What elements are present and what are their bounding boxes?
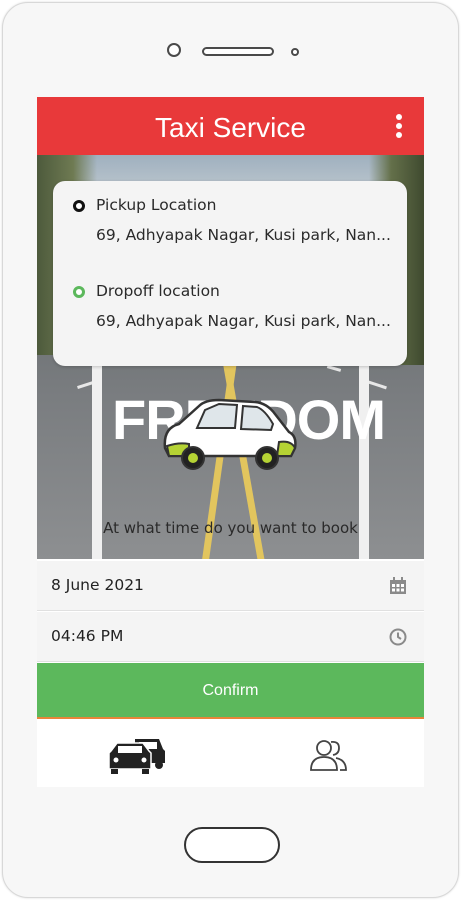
users-icon[interactable] xyxy=(309,737,349,773)
taxi-icon[interactable] xyxy=(107,733,167,777)
booking-time-caption: At what time do you want to book xyxy=(103,519,358,537)
camera-icon xyxy=(167,43,181,57)
clock-icon[interactable] xyxy=(388,627,408,647)
date-field[interactable]: 8 June 2021 xyxy=(37,561,424,611)
sensor-icon xyxy=(291,48,299,56)
speaker-grille xyxy=(202,47,274,56)
dropoff-dot-icon xyxy=(73,286,85,298)
date-value: 8 June 2021 xyxy=(51,576,144,594)
calendar-icon[interactable] xyxy=(388,576,408,596)
pickup-label[interactable]: Pickup Location xyxy=(96,196,216,214)
time-value: 04:46 PM xyxy=(51,627,124,645)
app-bar: Taxi Service xyxy=(37,97,424,155)
taxi-car-illustration xyxy=(163,398,297,470)
more-vertical-icon[interactable] xyxy=(396,114,402,140)
home-button[interactable] xyxy=(184,827,280,863)
pickup-dot-icon xyxy=(73,200,85,212)
location-card: Pickup Location 69, Adhyapak Nagar, Kusi… xyxy=(53,181,407,366)
bottom-navigation xyxy=(37,719,424,787)
dropoff-address[interactable]: 69, Adhyapak Nagar, Kusi park, Nan... xyxy=(96,310,391,332)
app-screen: Taxi Service FREEDOM At what time do you… xyxy=(37,97,424,787)
dropoff-label[interactable]: Dropoff location xyxy=(96,282,220,300)
confirm-button[interactable]: Confirm xyxy=(37,663,424,717)
time-field[interactable]: 04:46 PM xyxy=(37,612,424,662)
pickup-address[interactable]: 69, Adhyapak Nagar, Kusi park, Nan... xyxy=(96,224,391,246)
app-title: Taxi Service xyxy=(155,112,306,143)
